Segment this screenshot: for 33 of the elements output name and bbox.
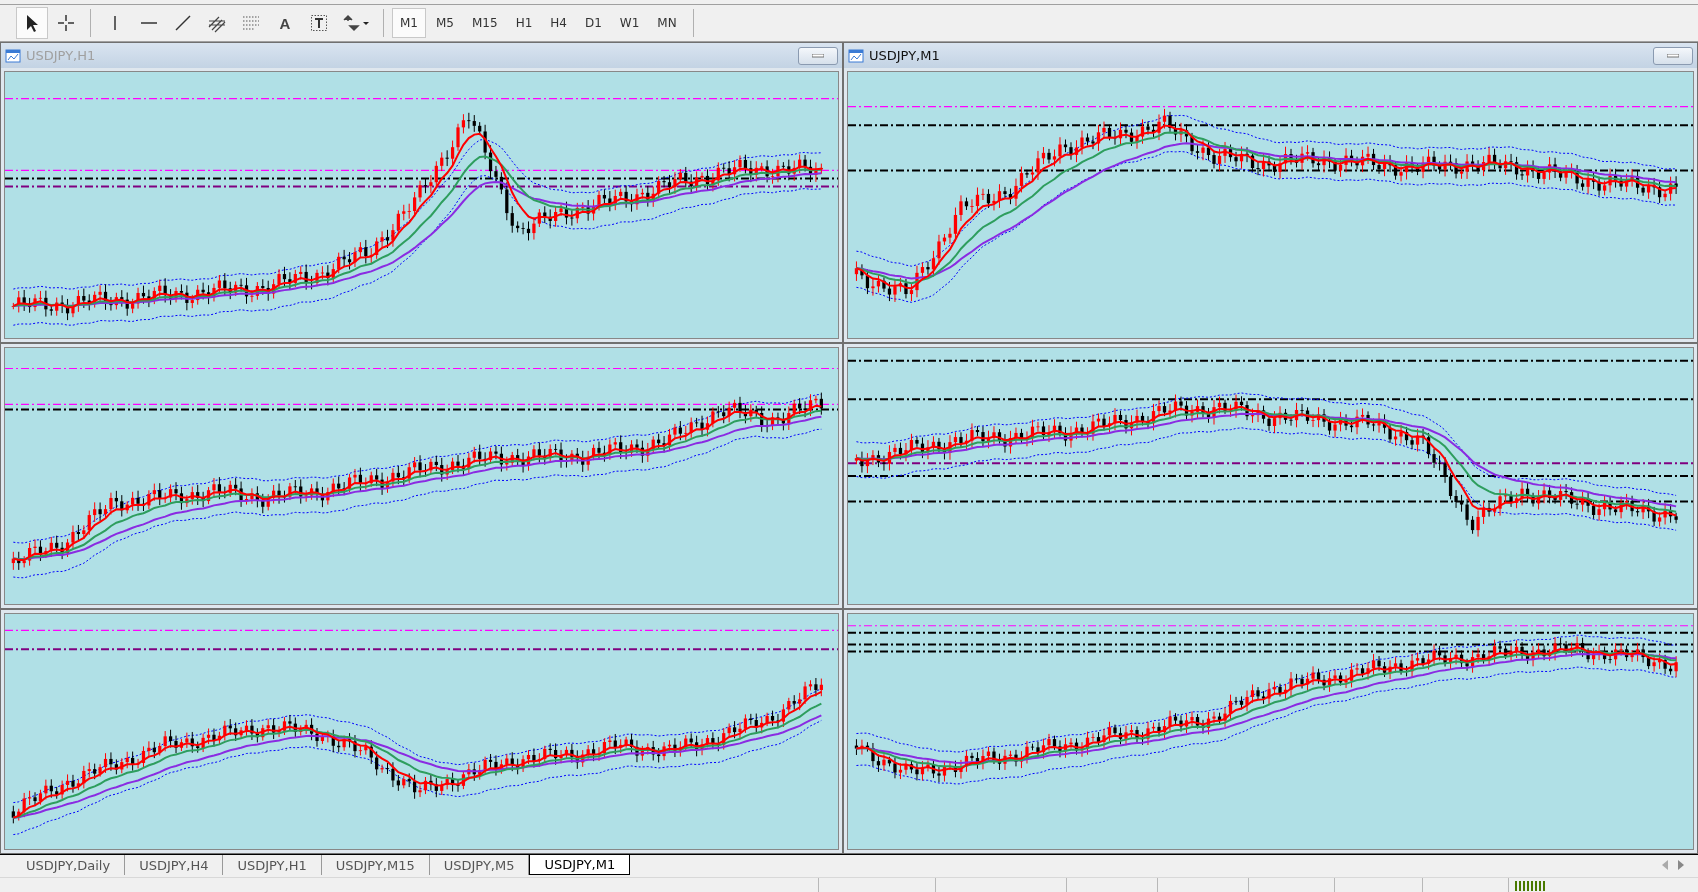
chart-tab[interactable]: USDJPY,M15 — [321, 855, 430, 875]
chart-tab[interactable]: USDJPY,H4 — [125, 855, 224, 875]
timeframe-button[interactable]: M15 — [464, 8, 506, 38]
timeframe-button[interactable]: M5 — [428, 8, 462, 38]
minimize-button[interactable] — [1653, 46, 1693, 65]
text-label-icon — [309, 13, 329, 33]
timeframe-button[interactable]: MN — [649, 8, 685, 38]
timeframe-button[interactable]: D1 — [576, 8, 610, 38]
horizontal-line-icon — [141, 22, 157, 24]
vertical-line-icon — [114, 16, 116, 30]
chart-tab[interactable]: USDJPY,Daily — [12, 855, 126, 875]
chart-window-icon — [848, 47, 864, 64]
timeframe-button[interactable]: H4 — [542, 8, 575, 38]
chart-window-icon — [5, 47, 21, 64]
minimize-icon — [1667, 53, 1679, 58]
arrows-dropdown-icon — [341, 13, 371, 33]
chart-tab[interactable]: USDJPY,H1 — [223, 855, 322, 875]
minimize-button[interactable] — [798, 46, 838, 65]
timeframe-button[interactable]: W1 — [611, 8, 648, 38]
window-title: USDJPY,M1 — [869, 48, 941, 63]
crosshair-icon — [56, 13, 76, 33]
minimize-icon — [812, 53, 824, 58]
levels-icon — [241, 13, 261, 33]
scroll-right-icon[interactable] — [1678, 860, 1684, 870]
window-title: USDJPY,H1 — [26, 48, 97, 63]
timeframe-button[interactable]: M1 — [392, 8, 426, 38]
chart-tab[interactable]: USDJPY,M1 — [529, 855, 631, 875]
timeframe-button[interactable]: H1 — [507, 8, 541, 38]
text-tool-label: A — [279, 14, 291, 32]
cursor-tool-button[interactable] — [16, 7, 48, 39]
trendline-icon — [173, 13, 193, 33]
connection-bars-icon — [1515, 881, 1547, 891]
text-tool-button[interactable]: A — [269, 7, 301, 39]
